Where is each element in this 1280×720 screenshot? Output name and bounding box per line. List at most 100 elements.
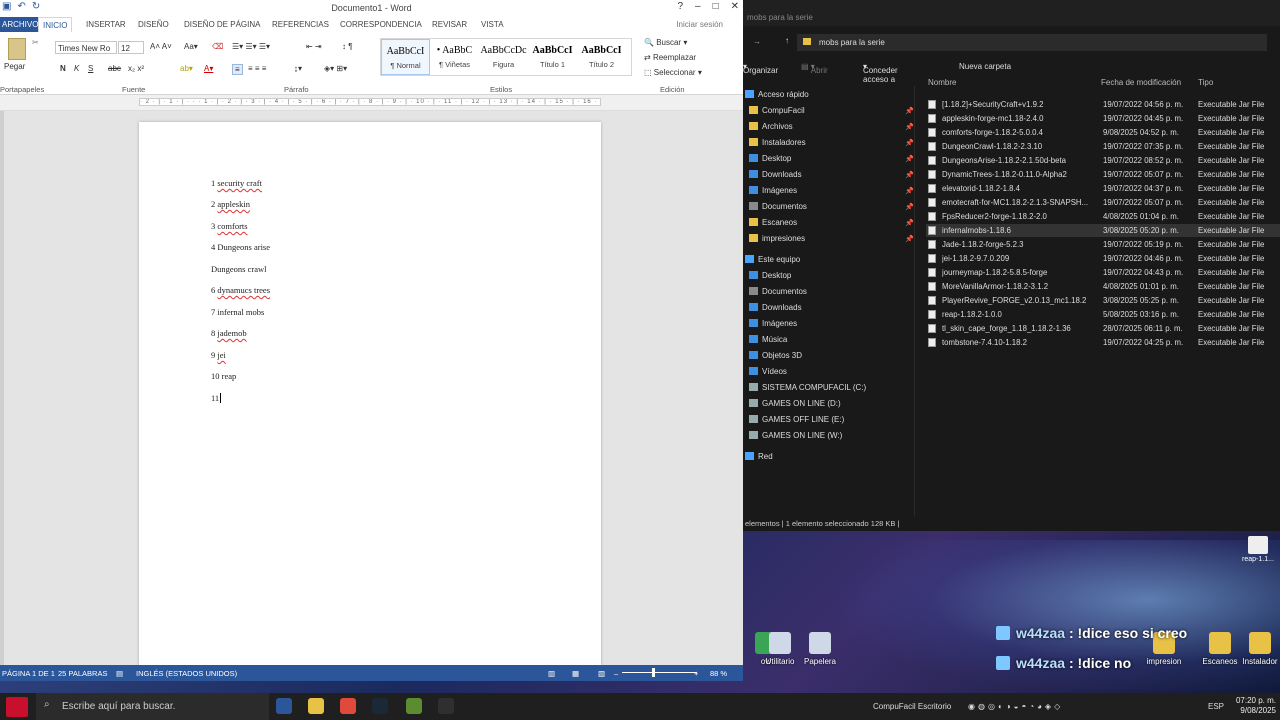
file-row[interactable]: emotecraft-for-MC1.18.2-2.1.3-SNAPSH... 1… (926, 196, 1280, 209)
chrome-icon[interactable] (340, 698, 356, 714)
font-name-select[interactable]: Times New Ro (55, 41, 117, 54)
style-figura[interactable]: AaBbCcDc Figura (479, 39, 528, 75)
tray-language[interactable]: ESP (1208, 702, 1224, 711)
pin-icon[interactable]: 📌 (905, 219, 914, 227)
nav-item[interactable]: Desktop (749, 271, 791, 285)
file-row[interactable]: PlayerRevive_FORGE_v2.0.13_mc1.18.2 3/08/… (926, 294, 1280, 307)
pin-icon[interactable]: 📌 (905, 171, 914, 179)
nav-item[interactable]: Acceso rápido (745, 90, 809, 104)
forward-icon[interactable]: → (753, 37, 761, 46)
file-row[interactable]: appleskin-forge-mc1.18-2.4.0 19/07/2022 0… (926, 112, 1280, 125)
nav-item[interactable]: Este equipo (745, 255, 800, 269)
pin-icon[interactable]: 📌 (905, 123, 914, 131)
doc-line[interactable]: 9 jei (211, 350, 226, 360)
tab-correspondencia[interactable]: CORRESPONDENCIA (340, 20, 422, 29)
file-row[interactable]: DungeonCrawl-1.18.2-2.3.10 19/07/2022 07:… (926, 140, 1280, 153)
new-folder-button[interactable]: Nueva carpeta (959, 62, 1011, 71)
organize-button[interactable]: Organizar ▾ (743, 62, 778, 75)
steam-icon[interactable] (372, 698, 388, 714)
nav-item[interactable]: SISTEMA COMPUFACIL (C:) (749, 383, 866, 397)
doc-line[interactable]: 1 security craft (211, 178, 262, 188)
maximize-icon[interactable]: □ (713, 1, 719, 12)
document-page[interactable]: 1 security craft 2 appleskin 3 comforts … (139, 122, 601, 681)
italic-icon[interactable]: K (74, 64, 79, 73)
style-titulo1[interactable]: AaBbCcI Título 1 (528, 39, 577, 75)
file-row[interactable]: comforts-forge-1.18.2-5.0.0.4 9/08/2025 0… (926, 126, 1280, 139)
zoom-in-icon[interactable]: + (694, 669, 698, 678)
tab-diseno[interactable]: DISEÑO (138, 20, 169, 29)
font-size-select[interactable]: 12 (118, 41, 144, 54)
word-icon[interactable] (276, 698, 292, 714)
tray-label[interactable]: CompuFacil Escritorio (873, 702, 951, 711)
doc-line[interactable]: 6 dynamucs trees (211, 285, 270, 295)
cut-icon[interactable]: ✂ (32, 38, 39, 47)
grow-font-icon[interactable]: A˄ A˅ (150, 42, 172, 51)
doc-line[interactable]: 8 jademob (211, 328, 247, 338)
file-row[interactable]: MoreVanillaArmor-1.18.2-3.1.2 4/08/2025 0… (926, 280, 1280, 293)
paste-button[interactable]: Pegar (4, 62, 25, 71)
zoom-level[interactable]: 88 % (710, 669, 727, 678)
col-nombre[interactable]: Nombre (928, 78, 956, 87)
nav-item[interactable]: GAMES ON LINE (D:) (749, 399, 841, 413)
tray-icons[interactable]: ◉◍◎◐◑◒◓◔◕◈◇ (968, 702, 1063, 711)
file-row[interactable]: jei-1.18.2-9.7.0.209 19/07/2022 04:46 p. … (926, 252, 1280, 265)
read-mode-icon[interactable]: ▥ (548, 669, 555, 678)
nav-item[interactable]: CompuFacil (749, 106, 805, 120)
tab-insertar[interactable]: INSERTAR (86, 20, 126, 29)
pin-icon[interactable]: 📌 (905, 203, 914, 211)
file-row[interactable]: DynamicTrees-1.18.2-0.11.0-Alpha2 19/07/2… (926, 168, 1280, 181)
subscript-icon[interactable]: x₂ x² (128, 64, 144, 73)
nav-item[interactable]: Imágenes (749, 319, 797, 333)
zoom-slider-thumb[interactable] (652, 668, 655, 677)
nav-item[interactable]: Vídeos (749, 367, 787, 381)
tab-inicio[interactable]: INICIO (38, 17, 73, 32)
nav-item[interactable]: Red (745, 452, 773, 466)
file-row[interactable]: [1.18.2]+SecurityCraft+v1.9.2 19/07/2022 … (926, 98, 1280, 111)
desktop-icon[interactable]: Papelera (796, 632, 844, 666)
col-fecha[interactable]: Fecha de modificación (1101, 78, 1181, 87)
file-row[interactable]: elevatorid-1.18.2-1.8.4 19/07/2022 04:37 … (926, 182, 1280, 195)
desktop-icon-reap[interactable]: reap-1.1... (1236, 536, 1280, 563)
style-titulo2[interactable]: AaBbCcI Título 2 (577, 39, 626, 75)
close-icon[interactable]: ✕ (731, 1, 739, 12)
bullets-icon[interactable]: ☰▾ ☰▾ ☰▾ (232, 42, 270, 51)
bold-icon[interactable]: N (60, 64, 66, 73)
align-center-icon[interactable]: ≡ ≡ ≡ (248, 64, 266, 73)
address-bar[interactable]: mobs para la serie (797, 34, 1267, 51)
doc-line[interactable]: 10 reap (211, 371, 236, 381)
nav-item[interactable]: impresiones (749, 234, 805, 248)
nav-item[interactable]: Downloads (749, 170, 802, 184)
web-layout-icon[interactable]: ▧ (598, 669, 605, 678)
obs-icon[interactable] (438, 698, 454, 714)
desktop-icon[interactable]: Instalador (1236, 632, 1280, 666)
nav-item[interactable]: Imágenes (749, 186, 797, 200)
pin-icon[interactable]: 📌 (905, 235, 914, 243)
nav-item[interactable]: Documentos (749, 287, 807, 301)
file-row[interactable]: infernalmobs-1.18.6 3/08/2025 05:20 p. m.… (926, 224, 1280, 237)
print-layout-icon[interactable]: ▦ (572, 669, 579, 678)
pin-icon[interactable]: 📌 (905, 155, 914, 163)
find-button[interactable]: 🔍 Buscar ▾ (644, 38, 687, 47)
col-tipo[interactable]: Tipo (1198, 78, 1213, 87)
minimize-icon[interactable]: – (695, 1, 701, 12)
shading-icon[interactable]: ◈▾ ⊞▾ (324, 64, 347, 73)
zoom-slider[interactable] (622, 672, 697, 673)
status-page[interactable]: PÁGINA 1 DE 1 (2, 669, 55, 678)
nav-item[interactable]: GAMES ON LINE (W:) (749, 431, 842, 445)
nav-item[interactable]: Documentos (749, 202, 807, 216)
paste-icon[interactable] (8, 38, 26, 60)
indent-icon[interactable]: ⇤ ⇥ (306, 42, 322, 51)
highlight-icon[interactable]: ab▾ (180, 64, 193, 73)
file-row[interactable]: tombstone-7.4.10-1.18.2 19/07/2022 04:25 … (926, 336, 1280, 349)
font-color-icon[interactable]: A▾ (204, 64, 213, 73)
proofing-icon[interactable]: ▤ (116, 669, 123, 678)
nav-item[interactable]: Archivos (749, 122, 793, 136)
strikethrough-icon[interactable]: abc (108, 64, 121, 73)
help-icon[interactable]: ? (677, 1, 683, 12)
line-spacing-icon[interactable]: ↨▾ (294, 64, 302, 73)
nav-item[interactable]: Escaneos (749, 218, 797, 232)
doc-line[interactable]: 4 Dungeons arise (211, 242, 270, 252)
underline-icon[interactable]: S (88, 64, 93, 73)
open-button[interactable]: ▤ Abrir ▾ (801, 62, 828, 75)
tab-revisar[interactable]: REVISAR (432, 20, 467, 29)
